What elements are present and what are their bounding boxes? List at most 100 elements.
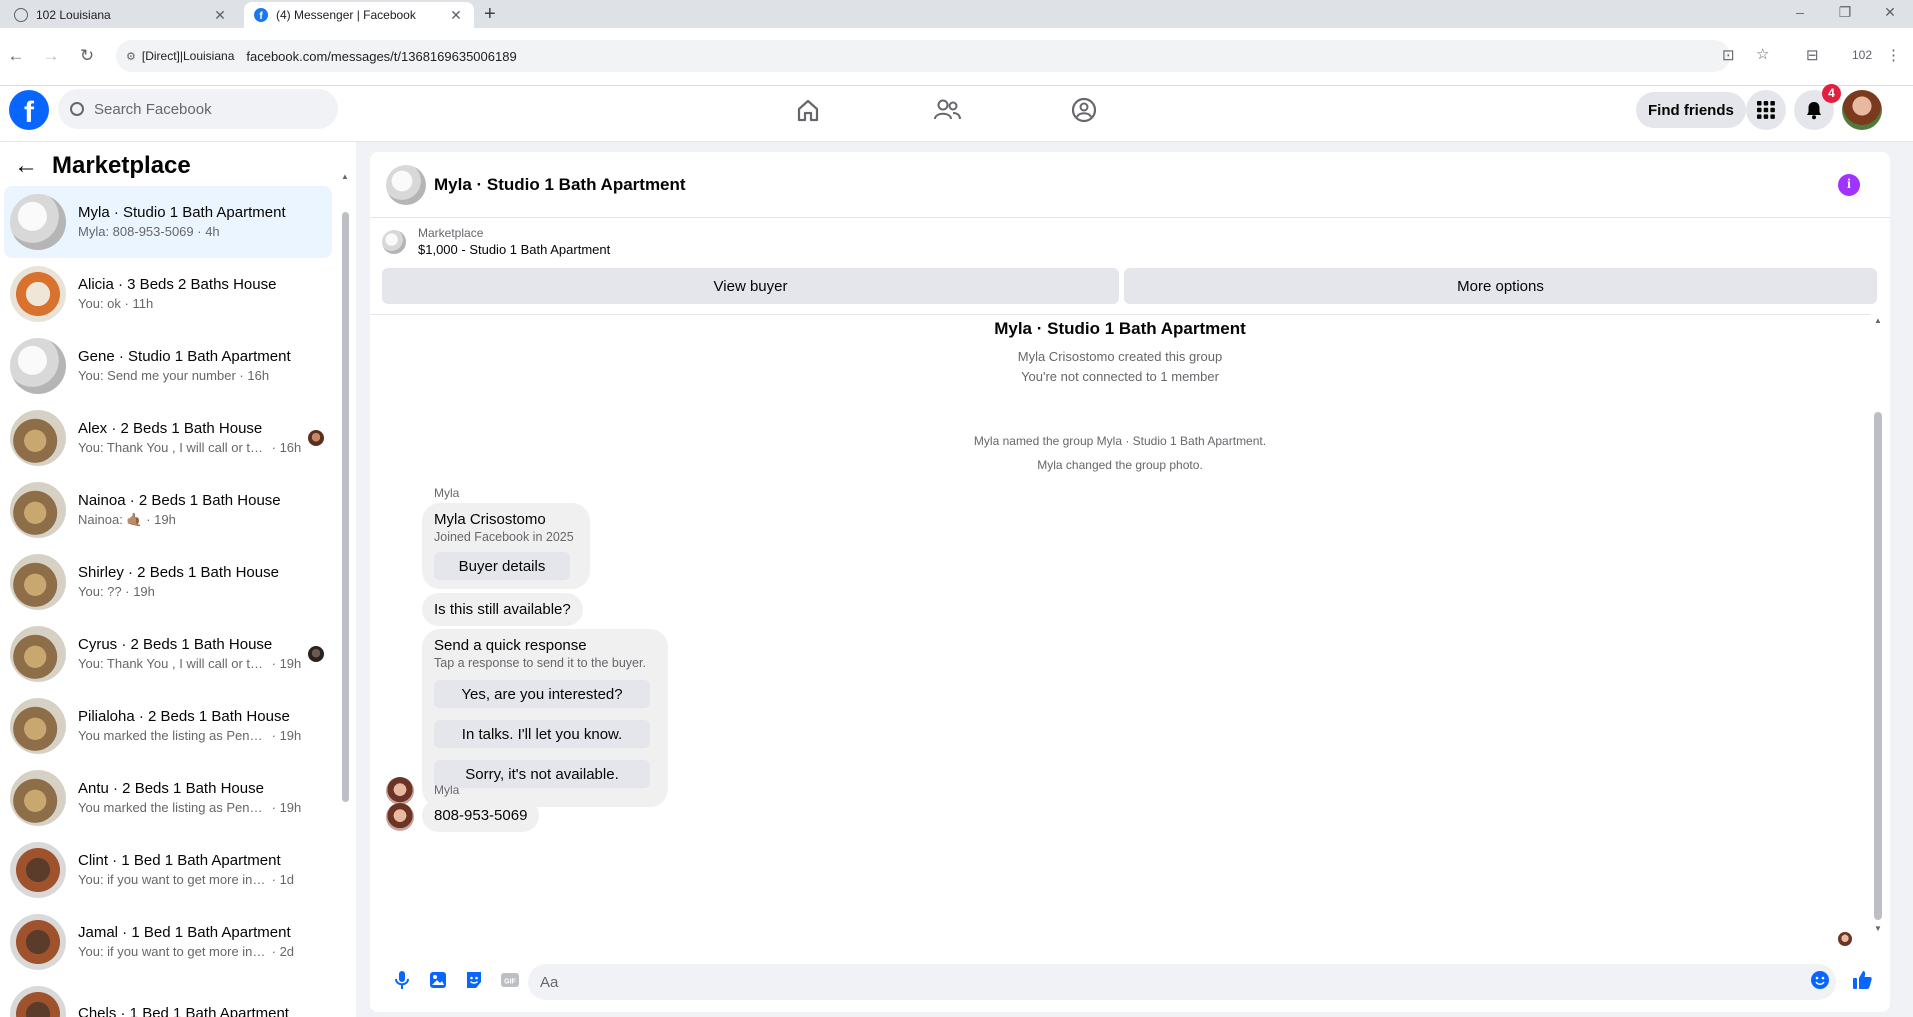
conversation-snippet: You: ok (78, 296, 121, 311)
listing-thumbnail (10, 698, 66, 754)
conversation-item[interactable]: Myla · Studio 1 Bath Apartment Myla: 808… (4, 186, 332, 258)
forward-button[interactable]: → (40, 46, 62, 66)
gif-icon[interactable]: GIF (498, 968, 522, 992)
conversation-item[interactable]: Alicia · 3 Beds 2 Baths House You: ok · … (4, 258, 332, 330)
sidebar-scrollbar[interactable]: ▲ (340, 172, 350, 1017)
marketplace-sidebar: ← Marketplace Myla · Studio 1 Bath Apart… (0, 142, 356, 1017)
close-tab-icon[interactable]: ✕ (448, 7, 464, 24)
message-thread: Myla · Studio 1 Bath Apartment Myla Cris… (370, 314, 1870, 936)
tab-102-louisiana[interactable]: 102 Louisiana ✕ (4, 2, 238, 28)
browser-tab-bar: 102 Louisiana ✕ f (4) Messenger | Facebo… (0, 0, 1913, 28)
conversation-item[interactable]: Shirley · 2 Beds 1 Bath House You: ?? · … (4, 546, 332, 618)
conversation-name: Gene · Studio 1 Bath Apartment (78, 348, 291, 365)
read-receipt-avatar (1838, 932, 1852, 946)
conversation-time: 19h (279, 800, 302, 815)
search-input[interactable] (94, 100, 314, 118)
chat-title[interactable]: Myla · Studio 1 Bath Apartment (434, 175, 686, 195)
conversation-snippet: Myla: 808-953-5069 (78, 224, 194, 239)
conversation-item[interactable]: Alex · 2 Beds 1 Bath House You: Thank Yo… (4, 402, 332, 474)
conversation-item[interactable]: Jamal · 1 Bed 1 Bath Apartment You: if y… (4, 906, 332, 978)
quick-reply-yes-button[interactable]: Yes, are you interested? (434, 680, 650, 708)
scrollbar-thumb[interactable] (342, 212, 349, 802)
not-connected-text: You're not connected to 1 member (1021, 369, 1219, 384)
message-bubble: 808-953-5069 (422, 799, 540, 832)
conversation-snippet: You: if you want to get more inform... (78, 872, 268, 887)
system-message: Myla named the group Myla · Studio 1 Bat… (973, 434, 1267, 448)
account-avatar[interactable] (1842, 90, 1882, 130)
browser-menu-icon[interactable]: ⋮ (1886, 46, 1901, 64)
conversation-item[interactable]: Pilialoha · 2 Beds 1 Bath House You mark… (4, 690, 332, 762)
listing-thumbnail (10, 770, 66, 826)
scroll-up-arrow-icon[interactable]: ▲ (1874, 316, 1882, 325)
scroll-up-arrow-icon[interactable]: ▲ (341, 172, 349, 181)
reload-button[interactable]: ↻ (76, 46, 98, 66)
facebook-favicon-icon: f (254, 8, 268, 22)
conversation-item[interactable]: Gene · Studio 1 Bath Apartment You: Send… (4, 330, 332, 402)
close-tab-icon[interactable]: ✕ (212, 7, 228, 24)
new-tab-button[interactable]: + (484, 3, 496, 26)
conversation-name: Nainoa · 2 Beds 1 Bath House (78, 492, 281, 509)
listing-label: Marketplace (418, 226, 484, 240)
find-friends-button[interactable]: Find friends (1636, 92, 1746, 128)
conversation-item[interactable]: Antu · 2 Beds 1 Bath House You marked th… (4, 762, 332, 834)
conversation-item[interactable]: Nainoa · 2 Beds 1 Bath House Nainoa: 🤙🏽 … (4, 474, 332, 546)
microphone-icon[interactable] (390, 968, 414, 992)
menu-grid-icon[interactable] (1746, 90, 1786, 130)
thumbs-up-icon[interactable] (1850, 968, 1874, 992)
message-input[interactable] (528, 964, 1836, 1000)
listing-summary[interactable]: Marketplace $1,000 - Studio 1 Bath Apart… (382, 226, 610, 257)
bookmark-star-icon[interactable]: ☆ (1756, 45, 1769, 63)
info-icon[interactable]: i (1838, 174, 1860, 196)
message-composer: GIF (370, 952, 1890, 1012)
conversation-item[interactable]: Chels · 1 Bed 1 Bath Apartment (4, 978, 332, 1017)
system-message: Myla changed the group photo. (1037, 458, 1203, 472)
conversation-name: Antu · 2 Beds 1 Bath House (78, 780, 264, 797)
tune-icon[interactable]: ⚙ (126, 50, 136, 63)
tab-messenger[interactable]: f (4) Messenger | Facebook ✕ (244, 2, 474, 28)
home-icon[interactable] (788, 92, 828, 128)
sender-avatar[interactable] (386, 777, 414, 805)
profile-label[interactable]: 102 (1852, 48, 1872, 62)
install-app-icon[interactable]: ⊡ (1722, 46, 1735, 64)
thread-scrollbar[interactable]: ▲ ▼ (1872, 314, 1884, 936)
conversation-time: 19h (133, 584, 155, 599)
listing-thumbnail (10, 914, 66, 970)
more-options-button[interactable]: More options (1124, 268, 1877, 304)
view-buyer-button[interactable]: View buyer (382, 268, 1119, 304)
groups-icon[interactable] (1064, 92, 1104, 128)
search-box[interactable] (58, 89, 338, 129)
quick-reply-in-talks-button[interactable]: In talks. I'll let you know. (434, 720, 650, 748)
friends-icon[interactable] (927, 92, 967, 128)
close-window-button[interactable]: ✕ (1880, 4, 1900, 21)
conversation-snippet: You marked the listing as Pending. (78, 800, 268, 815)
listing-thumbnail (10, 626, 66, 682)
scrollbar-thumb[interactable] (1874, 412, 1882, 920)
sticker-icon[interactable] (462, 968, 486, 992)
photo-icon[interactable] (426, 968, 450, 992)
group-title: Myla · Studio 1 Bath Apartment (994, 319, 1246, 338)
buyer-details-button[interactable]: Buyer details (434, 552, 570, 580)
sender-name: Myla (434, 783, 460, 797)
group-avatar[interactable] (386, 164, 426, 205)
emoji-icon[interactable] (1808, 968, 1832, 992)
facebook-logo[interactable]: f (9, 90, 49, 130)
back-button[interactable]: ← (5, 46, 27, 66)
listing-thumbnail (382, 229, 406, 254)
chat-panel: Myla · Studio 1 Bath Apartment i Marketp… (370, 152, 1890, 1012)
conversation-item[interactable]: Clint · 1 Bed 1 Bath Apartment You: if y… (4, 834, 332, 906)
tab-search-icon[interactable]: ⊟ (1806, 46, 1819, 64)
back-arrow-icon[interactable]: ← (14, 152, 38, 180)
maximize-button[interactable]: ❐ (1835, 4, 1855, 21)
minimize-button[interactable]: – (1790, 4, 1810, 20)
omnibox[interactable]: ⚙ [Direct]|Louisiana facebook.com/messag… (116, 40, 1730, 72)
url-text[interactable]: facebook.com/messages/t/1368169635006189 (246, 49, 516, 64)
conversation-name: Myla · Studio 1 Bath Apartment (78, 204, 286, 221)
conversation-time: 2d (279, 944, 295, 959)
message-bubble: Is this still available? (422, 593, 583, 626)
conversation-name: Alex · 2 Beds 1 Bath House (78, 420, 263, 437)
conversation-snippet: You marked the listing as Pending. (78, 728, 268, 743)
scroll-down-arrow-icon[interactable]: ▼ (1874, 924, 1882, 933)
quick-reply-sorry-button[interactable]: Sorry, it's not available. (434, 760, 650, 788)
sender-avatar[interactable] (386, 803, 414, 831)
conversation-item[interactable]: Cyrus · 2 Beds 1 Bath House You: Thank Y… (4, 618, 332, 690)
